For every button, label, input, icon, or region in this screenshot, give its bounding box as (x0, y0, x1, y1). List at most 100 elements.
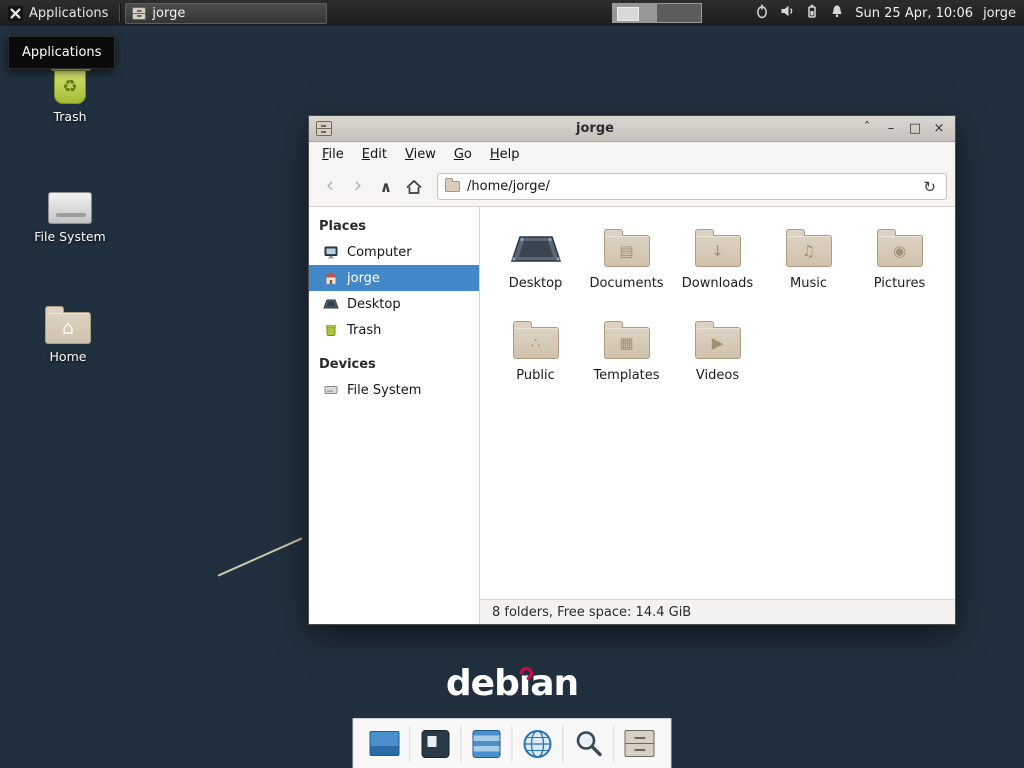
location-bar[interactable]: /home/jorge/ ↻ (437, 173, 947, 200)
workspace-2[interactable] (657, 3, 702, 23)
volume-icon[interactable] (779, 3, 795, 23)
file-manager-icon (132, 7, 146, 20)
magnifier-icon (574, 729, 604, 759)
drive-icon (48, 192, 92, 224)
launcher-app-finder[interactable] (566, 721, 612, 767)
applications-menu-icon (8, 6, 23, 21)
recycle-glyph-icon: ♻ (55, 70, 85, 103)
file-item-desktop[interactable]: Desktop (492, 223, 580, 291)
file-manager-window: jorge ˆ – □ × File Edit View Go Help ‹ ›… (308, 115, 956, 625)
applications-menu-button[interactable]: Applications (0, 0, 116, 26)
desktop-icon-file-system[interactable]: File System (22, 176, 118, 244)
workspace-1[interactable] (612, 3, 657, 23)
dock-separator (410, 726, 411, 762)
maximize-button[interactable]: □ (906, 121, 924, 136)
sidebar-item-trash[interactable]: Trash (309, 317, 479, 343)
shade-button[interactable]: ˆ (858, 121, 876, 136)
drive-icon (323, 382, 339, 398)
folder-icon: ▶ (695, 327, 741, 359)
window-icon (316, 121, 332, 136)
sidebar: Places Computer jorge Desktop Trash Devi… (309, 207, 480, 624)
files-grid[interactable]: Desktop ▤ Documents ↓ Downloads ♫ Music … (480, 207, 955, 599)
sidebar-item-jorge[interactable]: jorge (309, 265, 479, 291)
sidebar-item-file-system[interactable]: File System (309, 377, 479, 403)
file-item-documents[interactable]: ▤ Documents (583, 223, 671, 291)
panel-clock[interactable]: Sun 25 Apr, 10:06 (855, 6, 973, 21)
minimize-button[interactable]: – (882, 121, 900, 136)
menu-go[interactable]: Go (445, 144, 481, 165)
launcher-file-manager[interactable] (617, 721, 663, 767)
panel-right-area: Sun 25 Apr, 10:06 jorge (612, 0, 1024, 26)
workspace-pager[interactable] (612, 3, 702, 23)
folder-icon: ▤ (604, 235, 650, 267)
applications-tooltip: Applications (8, 36, 115, 69)
file-item-templates[interactable]: ▦ Templates (583, 315, 671, 383)
menu-help[interactable]: Help (481, 144, 529, 165)
music-emblem-icon: ♫ (787, 236, 831, 266)
panels-icon (473, 730, 501, 758)
file-item-pictures[interactable]: ◉ Pictures (856, 223, 944, 291)
display-icon (370, 731, 400, 756)
globe-icon (522, 728, 554, 760)
sidebar-item-label: Desktop (347, 297, 401, 312)
desktop-icon-label: Home (20, 349, 116, 364)
downloads-emblem-icon: ↓ (696, 236, 740, 266)
battery-icon[interactable] (804, 3, 820, 23)
sidebar-item-label: Computer (347, 245, 412, 260)
back-button[interactable]: ‹ (317, 173, 343, 201)
home-icon (405, 179, 423, 195)
system-tray (754, 3, 845, 23)
sidebar-item-label: jorge (347, 271, 380, 286)
house-emblem-icon: ⌂ (46, 313, 90, 343)
video-emblem-icon: ▶ (696, 328, 740, 358)
places-header: Places (309, 213, 479, 239)
file-manager-icon (625, 730, 655, 757)
home-folder-icon: ⌂ (45, 312, 91, 344)
launcher-settings[interactable] (464, 721, 510, 767)
camera-emblem-icon: ◉ (878, 236, 922, 266)
folder-icon: ◉ (877, 235, 923, 267)
dock-separator (614, 726, 615, 762)
menu-file[interactable]: File (313, 144, 353, 165)
menu-view[interactable]: View (396, 144, 445, 165)
desktop-icon-home[interactable]: ⌂ Home (20, 296, 116, 364)
mouse-icon[interactable] (754, 3, 770, 23)
up-button[interactable]: ∧ (373, 173, 399, 201)
launcher-terminal[interactable] (413, 721, 459, 767)
file-item-music[interactable]: ♫ Music (765, 223, 853, 291)
file-item-downloads[interactable]: ↓ Downloads (674, 223, 762, 291)
sidebar-item-computer[interactable]: Computer (309, 239, 479, 265)
devices-header: Devices (309, 351, 479, 377)
notifications-icon[interactable] (829, 3, 845, 23)
reload-button[interactable]: ↻ (920, 178, 939, 196)
launcher-web-browser[interactable] (515, 721, 561, 767)
trash-icon: ♻ (54, 69, 86, 104)
close-button[interactable]: × (930, 121, 948, 136)
window-title: jorge (338, 121, 852, 136)
file-item-public[interactable]: ∴ Public (492, 315, 580, 383)
menubar: File Edit View Go Help (309, 142, 955, 167)
menu-edit[interactable]: Edit (353, 144, 396, 165)
trash-icon (323, 322, 339, 338)
up-icon: ∧ (380, 178, 392, 196)
templates-emblem-icon: ▦ (605, 328, 649, 358)
home-button[interactable] (401, 173, 427, 201)
folder-icon: ♫ (786, 235, 832, 267)
forward-icon: › (354, 175, 362, 196)
launcher-display-settings[interactable] (362, 721, 408, 767)
user-menu[interactable]: jorge (983, 6, 1016, 21)
home-icon (323, 270, 339, 286)
forward-button[interactable]: › (345, 173, 371, 201)
desktop-icon (323, 296, 339, 312)
dock-separator (512, 726, 513, 762)
taskbar-window-button[interactable]: jorge (125, 3, 327, 24)
taskbar-window-label: jorge (152, 6, 185, 21)
desktop-icon-label: File System (22, 229, 118, 244)
location-path: /home/jorge/ (467, 179, 550, 194)
sidebar-item-label: File System (347, 383, 421, 398)
titlebar[interactable]: jorge ˆ – □ × (309, 116, 955, 142)
file-item-videos[interactable]: ▶ Videos (674, 315, 762, 383)
window-body: Places Computer jorge Desktop Trash Devi… (309, 207, 955, 624)
sidebar-item-desktop[interactable]: Desktop (309, 291, 479, 317)
applications-menu-label: Applications (29, 6, 108, 21)
